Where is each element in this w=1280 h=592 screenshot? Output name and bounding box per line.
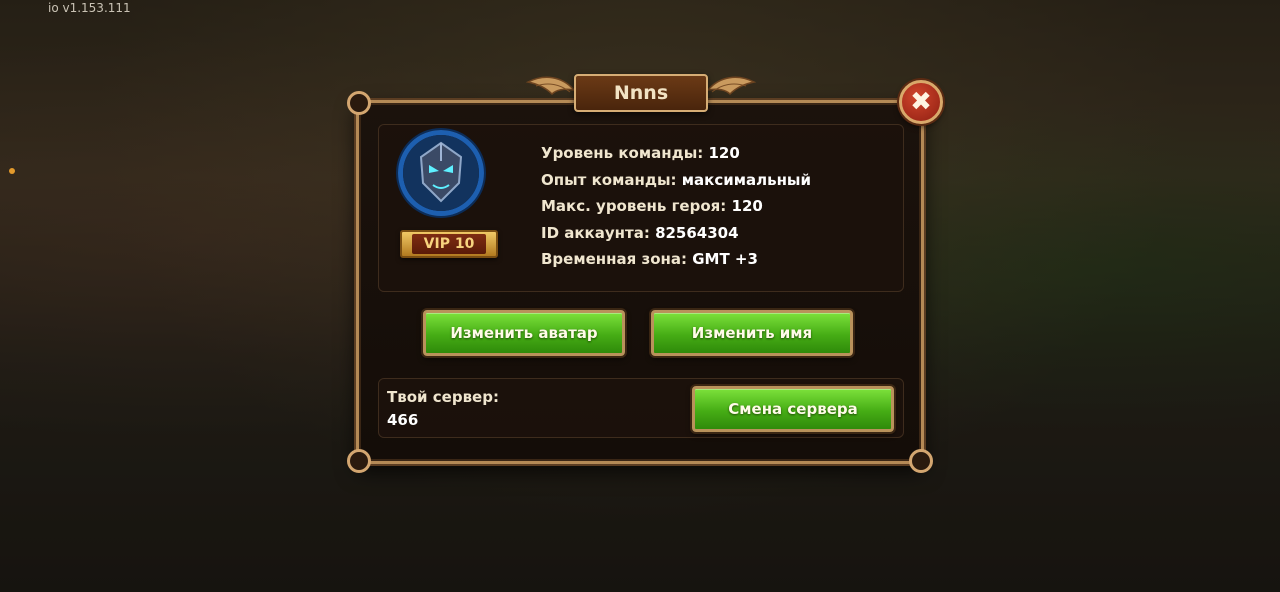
dialog-title: Nnns (574, 74, 708, 112)
wing-ornament-icon (706, 76, 756, 96)
stat-team-level: Уровень команды: 120 (541, 143, 811, 170)
corner-ornament (347, 91, 371, 115)
corner-ornament (347, 449, 371, 473)
stat-timezone: Временная зона: GMT +3 (541, 249, 811, 276)
change-server-button[interactable]: Смена сервера (692, 386, 894, 432)
stat-label: Уровень команды: (541, 144, 704, 162)
stat-value: GMT +3 (692, 250, 758, 268)
stat-label: Временная зона: (541, 250, 687, 268)
stat-value: 120 (731, 197, 763, 215)
close-icon[interactable]: ✖ (899, 80, 943, 124)
version-label: io v1.153.111 (48, 1, 131, 15)
hero-portrait-icon (403, 135, 479, 211)
stat-label: ID аккаунта: (541, 223, 650, 242)
stat-account-id: ID аккаунта: 82564304 (541, 223, 811, 250)
stat-value: максимальный (681, 170, 812, 189)
avatar[interactable] (398, 130, 484, 216)
corner-ornament (909, 449, 933, 473)
stat-label: Макс. уровень героя: (541, 197, 727, 215)
stats-list: Уровень команды: 120 Опыт команды: макси… (541, 143, 811, 276)
stat-label: Опыт команды: (541, 170, 677, 189)
stat-value: 120 (708, 144, 740, 162)
stat-team-exp: Опыт команды: максимальный (541, 170, 811, 197)
server-label: Твой сервер: (387, 388, 499, 406)
notification-dot (9, 168, 15, 174)
change-name-button[interactable]: Изменить имя (651, 310, 853, 356)
vip-badge: VIP 10 (400, 230, 498, 258)
vip-level: VIP 10 (411, 234, 487, 254)
server-number: 466 (387, 411, 419, 429)
wing-ornament-icon (526, 76, 576, 96)
stat-max-hero-level: Макс. уровень героя: 120 (541, 196, 811, 223)
stat-value: 82564304 (655, 223, 739, 242)
change-avatar-button[interactable]: Изменить аватар (423, 310, 625, 356)
